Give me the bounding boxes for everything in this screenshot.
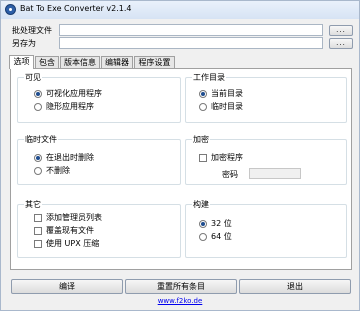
exit-button[interactable]: 退出 (239, 279, 351, 294)
no-delete-radio[interactable]: 不删除 (34, 166, 70, 176)
delete-on-exit-radio[interactable]: 在退出时删除 (34, 153, 94, 163)
other-group: 其它 添加管理员列表 覆盖现有文件 使用 UPX 压缩 (17, 199, 181, 258)
visible-app-label: 可视化应用程序 (46, 89, 102, 98)
radio-unselected-icon (199, 103, 207, 111)
visibility-group-title: 可见 (24, 72, 42, 83)
no-delete-label: 不删除 (46, 166, 70, 175)
tab-program-settings[interactable]: 程序设置 (134, 56, 175, 68)
temp-dir-radio[interactable]: 临时目录 (199, 102, 243, 112)
overwrite-files-label: 覆盖现有文件 (46, 226, 94, 235)
password-input[interactable] (249, 168, 301, 179)
overwrite-files-checkbox[interactable]: 覆盖现有文件 (34, 226, 94, 236)
encryption-group: 加密 加密程序 密码 (185, 134, 347, 185)
build-group: 构建 32 位 64 位 (185, 199, 347, 258)
radio-unselected-icon (34, 167, 42, 175)
radio-selected-icon (199, 90, 207, 98)
tab-include[interactable]: 包含 (35, 56, 59, 68)
radio-selected-icon (34, 90, 42, 98)
checkbox-unchecked-icon (34, 240, 42, 248)
build-64bit-label: 64 位 (211, 232, 232, 241)
radio-unselected-icon (199, 233, 207, 241)
tab-version-info[interactable]: 版本信息 (60, 56, 100, 68)
build-32bit-label: 32 位 (211, 219, 232, 228)
radio-selected-icon (34, 154, 42, 162)
tempfiles-group: 临时文件 在退出时删除 不删除 (17, 134, 181, 185)
encrypt-program-checkbox[interactable]: 加密程序 (199, 153, 243, 163)
delete-on-exit-label: 在退出时删除 (46, 153, 94, 162)
visible-app-radio[interactable]: 可视化应用程序 (34, 89, 102, 99)
current-dir-radio[interactable]: 当前目录 (199, 89, 243, 99)
build-group-title: 构建 (192, 199, 210, 210)
current-dir-label: 当前目录 (211, 89, 243, 98)
options-panel: 可见 可视化应用程序 隐形应用程序 工作目录 当前目录 临时目录 临时文件 在退… (10, 68, 352, 270)
build-64bit-radio[interactable]: 64 位 (199, 232, 232, 242)
workdir-group-title: 工作目录 (192, 72, 226, 83)
save-as-label: 另存为 (12, 39, 36, 48)
build-32bit-radio[interactable]: 32 位 (199, 219, 232, 229)
radio-unselected-icon (34, 103, 42, 111)
tab-options[interactable]: 选项 (9, 55, 34, 69)
tab-editor[interactable]: 编辑器 (101, 56, 133, 68)
upx-compress-label: 使用 UPX 压缩 (46, 239, 100, 248)
window-title: Bat To Exe Converter v2.1.4 (20, 4, 132, 13)
visibility-group: 可见 可视化应用程序 隐形应用程序 (17, 72, 181, 123)
invisible-app-label: 隐形应用程序 (46, 102, 94, 111)
workdir-group: 工作目录 当前目录 临时目录 (185, 72, 347, 123)
password-label: 密码 (222, 170, 238, 179)
tempfiles-group-title: 临时文件 (24, 134, 58, 145)
batch-file-browse-button[interactable]: ... (329, 25, 353, 36)
save-as-input[interactable] (59, 37, 323, 49)
website-link[interactable]: www.f2ko.de (1, 297, 359, 305)
other-group-title: 其它 (24, 199, 42, 210)
encrypt-program-label: 加密程序 (211, 153, 243, 162)
radio-selected-icon (199, 220, 207, 228)
batch-file-input[interactable] (59, 24, 323, 36)
upx-compress-checkbox[interactable]: 使用 UPX 压缩 (34, 239, 99, 249)
temp-dir-label: 临时目录 (211, 102, 243, 111)
add-admin-manifest-checkbox[interactable]: 添加管理员列表 (34, 213, 102, 223)
checkbox-unchecked-icon (34, 227, 42, 235)
app-icon[interactable] (5, 4, 16, 15)
batch-file-label: 批处理文件 (12, 26, 52, 35)
invisible-app-radio[interactable]: 隐形应用程序 (34, 102, 94, 112)
reset-all-button[interactable]: 重置所有条目 (125, 279, 237, 294)
encryption-group-title: 加密 (192, 134, 210, 145)
save-as-browse-button[interactable]: ... (329, 38, 353, 49)
title-bar[interactable]: Bat To Exe Converter v2.1.4 (1, 1, 359, 19)
app-window: Bat To Exe Converter v2.1.4 批处理文件 ... 另存… (0, 0, 360, 311)
add-admin-manifest-label: 添加管理员列表 (46, 213, 102, 222)
checkbox-unchecked-icon (199, 154, 207, 162)
compile-button[interactable]: 编译 (11, 279, 123, 294)
checkbox-unchecked-icon (34, 214, 42, 222)
